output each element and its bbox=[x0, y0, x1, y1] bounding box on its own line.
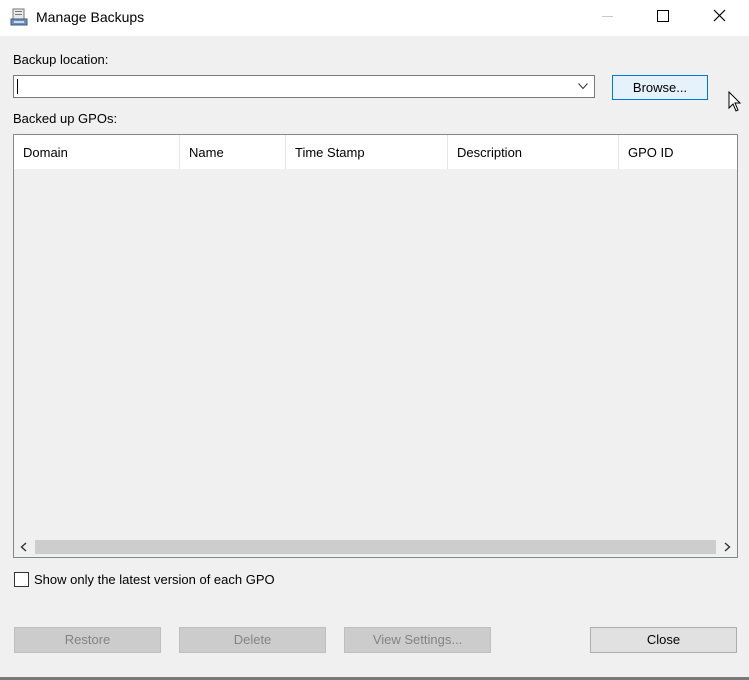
restore-button[interactable]: Restore bbox=[14, 627, 161, 653]
browse-button[interactable]: Browse... bbox=[612, 75, 708, 100]
minimize-button[interactable] bbox=[585, 0, 631, 32]
close-icon bbox=[713, 9, 726, 22]
column-header-time-stamp[interactable]: Time Stamp bbox=[286, 135, 448, 169]
backed-up-gpos-label: Backed up GPOs: bbox=[13, 111, 118, 126]
latest-only-checkbox[interactable] bbox=[14, 572, 29, 587]
scroll-right-icon[interactable] bbox=[724, 542, 731, 552]
horizontal-scrollbar[interactable] bbox=[14, 537, 737, 557]
title-bar: Manage Backups bbox=[0, 0, 749, 36]
latest-only-label[interactable]: Show only the latest version of each GPO bbox=[34, 572, 275, 587]
close-window-button[interactable] bbox=[697, 0, 743, 32]
column-header-domain[interactable]: Domain bbox=[14, 135, 180, 169]
column-header-description[interactable]: Description bbox=[448, 135, 619, 169]
column-header-name[interactable]: Name bbox=[180, 135, 286, 169]
scroll-left-icon[interactable] bbox=[20, 542, 27, 552]
maximize-button[interactable] bbox=[640, 0, 686, 32]
list-header: Domain Name Time Stamp Description GPO I… bbox=[14, 135, 737, 169]
delete-button[interactable]: Delete bbox=[179, 627, 326, 653]
chevron-down-icon[interactable] bbox=[578, 83, 588, 90]
view-settings-button[interactable]: View Settings... bbox=[344, 627, 491, 653]
close-button[interactable]: Close bbox=[590, 627, 737, 653]
scrollbar-thumb[interactable] bbox=[35, 540, 716, 554]
mouse-pointer-icon bbox=[728, 91, 742, 112]
minimize-icon bbox=[602, 16, 613, 17]
window-title: Manage Backups bbox=[36, 9, 145, 25]
backups-list-view[interactable]: Domain Name Time Stamp Description GPO I… bbox=[13, 134, 738, 558]
maximize-icon bbox=[657, 10, 669, 22]
column-header-gpo-id[interactable]: GPO ID bbox=[619, 135, 737, 169]
backup-app-icon bbox=[10, 8, 28, 26]
backup-location-label: Backup location: bbox=[13, 52, 109, 67]
backup-location-combobox[interactable] bbox=[13, 75, 595, 98]
text-caret bbox=[17, 79, 18, 94]
